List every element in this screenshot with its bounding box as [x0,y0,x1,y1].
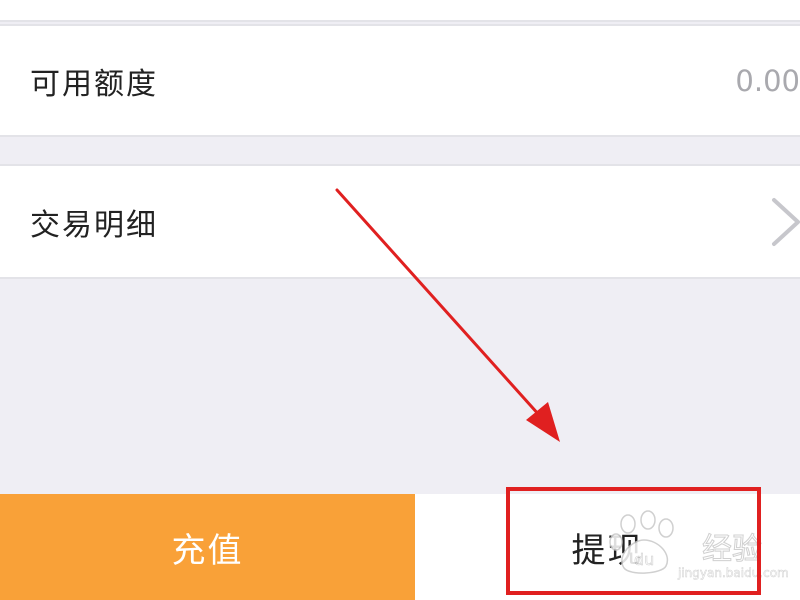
bottom-action-bar: 充值 提现 [0,494,800,600]
withdraw-button[interactable]: 提现 [415,494,800,600]
available-balance-value: 0.00 [735,63,800,98]
available-balance-row: 可用额度 0.00 [0,24,800,137]
available-balance-label: 可用额度 [30,66,158,102]
recharge-button[interactable]: 充值 [0,494,415,600]
transaction-details-row[interactable]: 交易明细 [0,164,800,279]
chevron-right-icon [772,197,800,246]
transaction-details-label: 交易明细 [30,207,158,243]
top-strip [0,0,800,22]
